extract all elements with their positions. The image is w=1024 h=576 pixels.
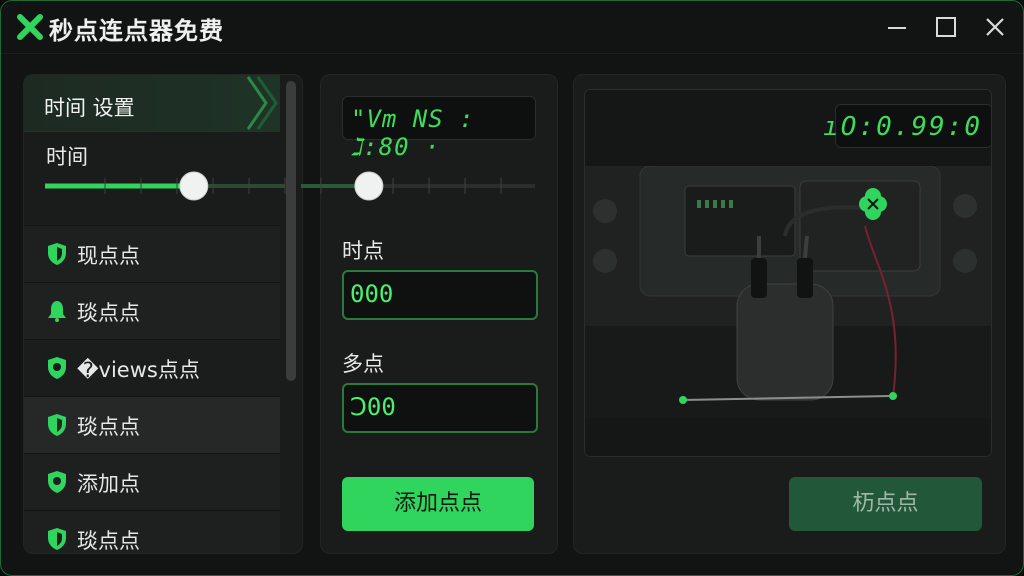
count-input-value: Ↄ00 xyxy=(350,393,396,421)
time-settings-title: 时间 设置 xyxy=(44,96,135,120)
settings-panel: 时间 设置 时间 现点点 琰点点 �views点点 琰点点 添加点 琰点点 xyxy=(23,74,303,554)
field-label: 多点 xyxy=(342,352,384,376)
device-preview-image xyxy=(585,166,991,418)
close-button[interactable] xyxy=(983,15,1007,39)
time-settings-header[interactable]: 时间 设置 xyxy=(24,75,280,132)
list-item[interactable]: �views点点 xyxy=(24,339,280,396)
window-title: 秒点连点器免费 xyxy=(49,17,224,45)
app-logo-icon xyxy=(17,14,43,40)
list-item-label: 添加点 xyxy=(77,472,140,496)
slider-row xyxy=(45,167,535,205)
minimize-button[interactable] xyxy=(885,15,909,39)
list-item[interactable]: 添加点 xyxy=(24,453,280,510)
timer-display: ıO:0.99:0 xyxy=(823,104,991,148)
slider-track-svg xyxy=(45,171,535,201)
close-icon xyxy=(986,18,1004,36)
list-item-label: 现点点 xyxy=(77,244,140,268)
shield-icon xyxy=(48,471,66,493)
add-button[interactable]: 添加点点 xyxy=(342,477,534,531)
count-input[interactable]: Ↄ00 xyxy=(342,383,538,433)
timer-text: ıO:0.99:0 xyxy=(823,112,982,142)
preview-panel: ıO:0.99:0 杤点点 xyxy=(573,74,1006,554)
clicks-input[interactable]: 000 xyxy=(342,270,538,320)
app-window: 秒点连点器免费 时间 设置 时间 现点点 琰点点 �views点点 琰点点 添加… xyxy=(0,0,1024,576)
bell-icon xyxy=(48,301,66,322)
lcd-display: "Vm NS : ℷ:80 · xyxy=(342,96,536,161)
list-item[interactable]: 现点点 xyxy=(24,225,280,282)
slider-thumb[interactable] xyxy=(354,171,384,201)
minimize-icon xyxy=(888,27,906,29)
shield-icon xyxy=(48,357,66,379)
option-list: 现点点 琰点点 �views点点 琰点点 添加点 琰点点 xyxy=(24,225,280,553)
list-item-label: 琰点点 xyxy=(77,415,140,439)
list-item[interactable]: 琰点点 xyxy=(24,510,280,553)
lcd-text: "Vm NS : ℷ:80 · xyxy=(351,105,475,161)
clicks-input-value: 000 xyxy=(350,280,394,308)
shield-icon xyxy=(48,414,66,436)
shield-icon xyxy=(48,528,66,550)
list-item-label: 琰点点 xyxy=(77,529,140,553)
scrollbar[interactable] xyxy=(286,81,296,381)
maximize-icon xyxy=(936,17,956,37)
list-item-label: 琰点点 xyxy=(77,301,140,325)
field-label: 时点 xyxy=(342,239,384,263)
slider-thumb[interactable] xyxy=(179,171,209,201)
preview-frame: ıO:0.99:0 xyxy=(584,89,992,457)
chevron-right-icon xyxy=(246,76,278,130)
click-config-panel: "Vm NS : ℷ:80 · 时点 000 多点 Ↄ00 添加点点 xyxy=(320,74,558,554)
list-item[interactable]: 琰点点 xyxy=(24,396,280,453)
stop-button[interactable]: 杤点点 xyxy=(789,477,982,531)
shield-icon xyxy=(48,243,66,265)
list-item-label: �views点点 xyxy=(77,358,200,382)
maximize-button[interactable] xyxy=(934,15,958,39)
list-item[interactable]: 琰点点 xyxy=(24,282,280,339)
title-bar: 秒点连点器免费 xyxy=(1,1,1023,54)
